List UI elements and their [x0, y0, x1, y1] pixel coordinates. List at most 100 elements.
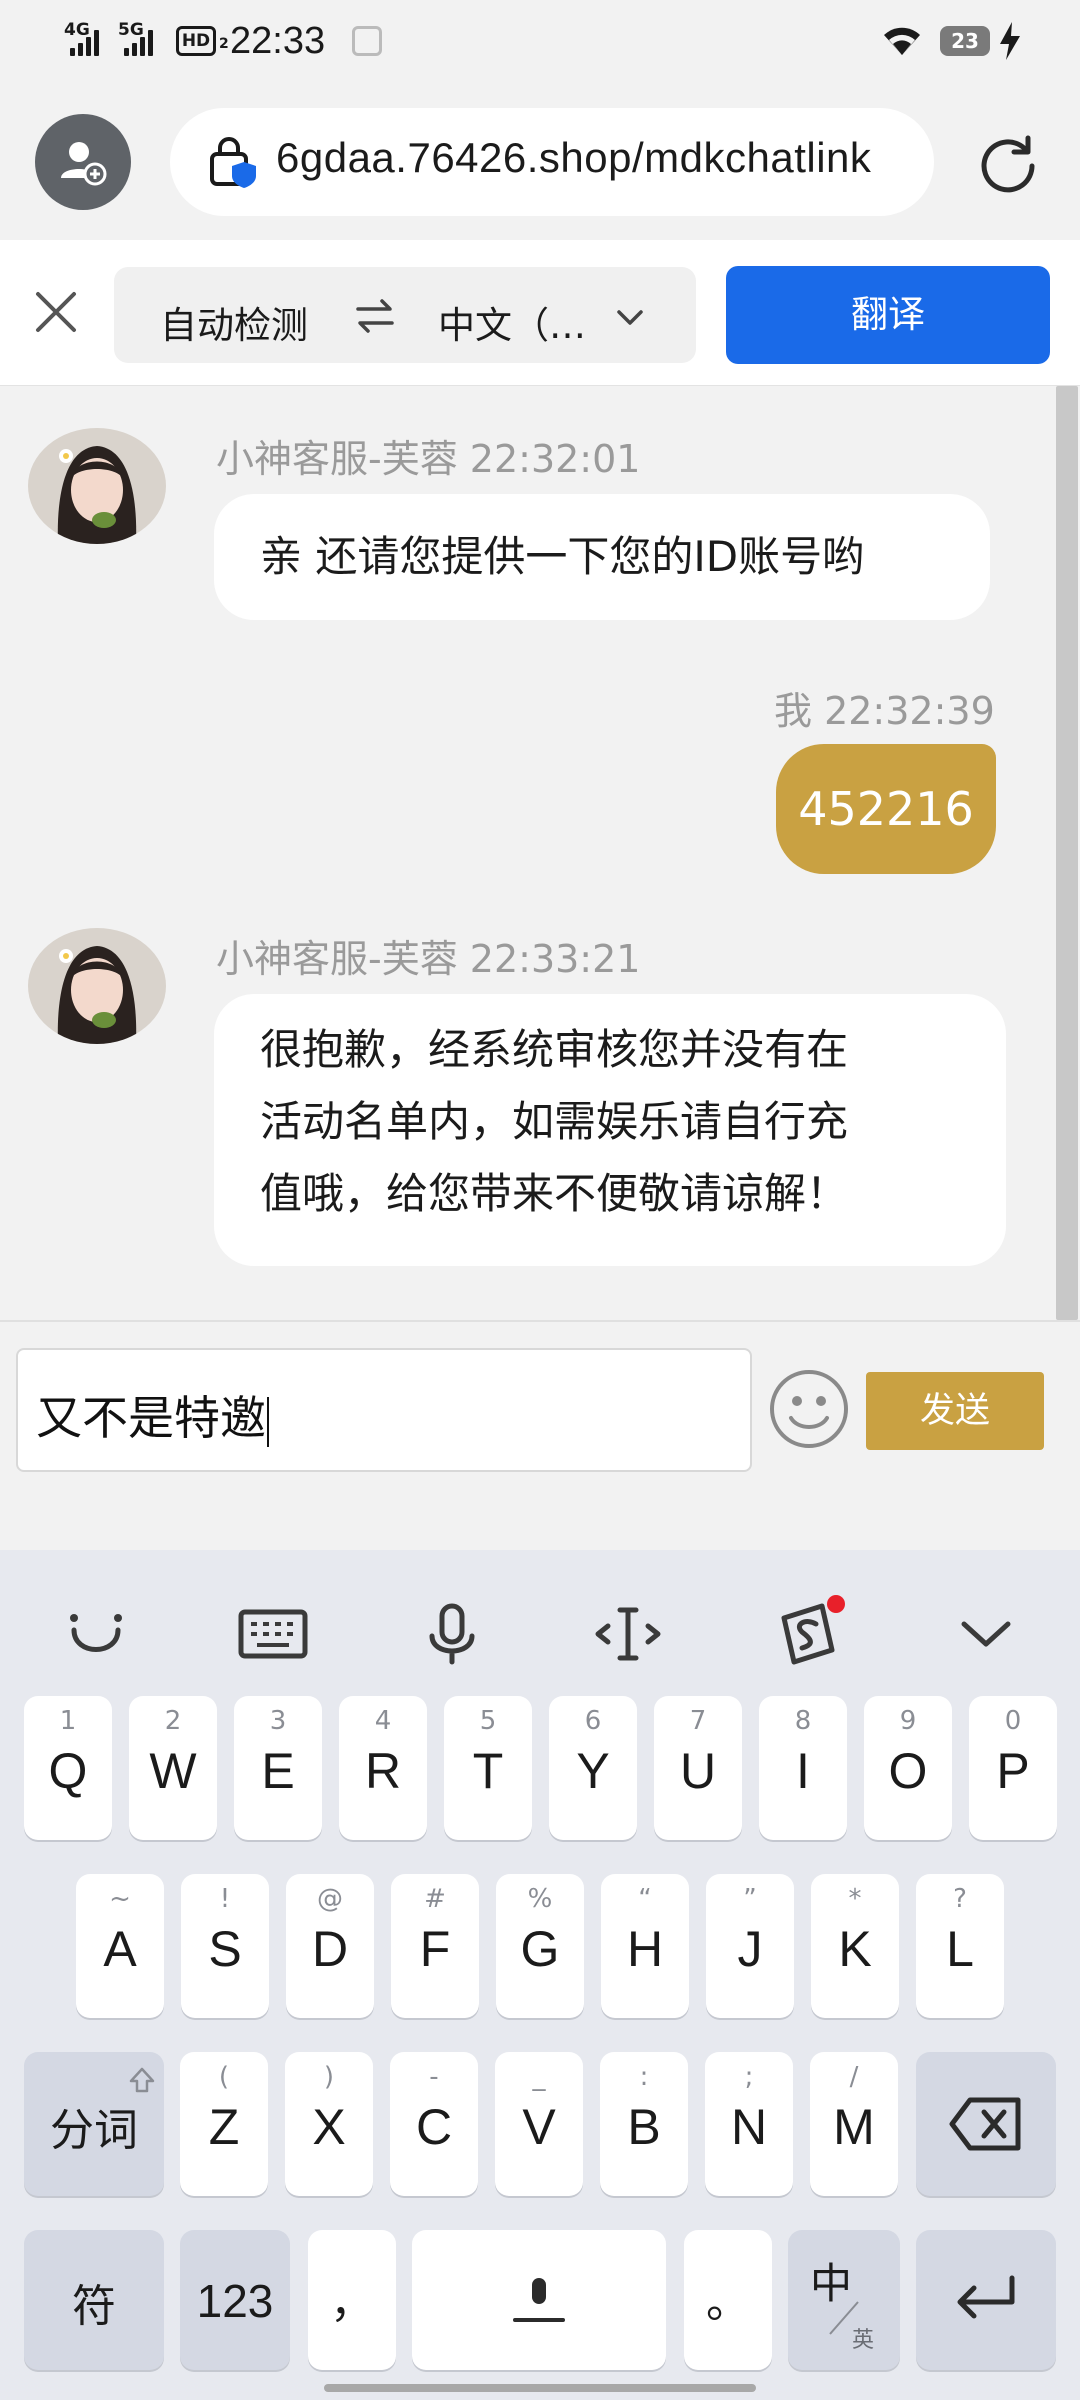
key-i[interactable]: 8I: [759, 1696, 847, 1840]
key-secondary-label: 1: [59, 1706, 77, 1736]
key-w[interactable]: 2W: [129, 1696, 217, 1840]
space-key[interactable]: [412, 2230, 666, 2370]
account-button[interactable]: [35, 114, 131, 210]
key-secondary-label: “: [638, 1884, 652, 1914]
key-h[interactable]: “H: [601, 1874, 689, 2018]
numbers-key[interactable]: 123: [180, 2230, 290, 2370]
status-bar: 4G 5G HD 2 22:33 23: [0, 0, 1080, 84]
url-text: 6gdaa.76426.shop/mdkchatlink: [276, 134, 872, 181]
chevron-down-icon[interactable]: [614, 301, 646, 333]
key-v[interactable]: _ V: [495, 2052, 583, 2196]
key-m[interactable]: / M: [810, 2052, 898, 2196]
key-q[interactable]: 1Q: [24, 1696, 112, 1840]
hd-sub-label: 2: [219, 36, 229, 52]
key-label: E: [261, 1743, 295, 1799]
close-icon[interactable]: [34, 290, 78, 334]
language-selector[interactable]: 自动检测 中文（…: [114, 267, 696, 363]
browser-toolbar: 6gdaa.76426.shop/mdkchatlink: [0, 84, 1080, 240]
key-secondary-label: 8: [794, 1706, 812, 1736]
reload-icon[interactable]: [976, 130, 1040, 194]
key-x[interactable]: ) X: [285, 2052, 373, 2196]
key-j[interactable]: ” J: [706, 1874, 794, 2018]
key-label: A: [103, 1921, 137, 1977]
cursor-move-icon[interactable]: [588, 1594, 668, 1674]
voice-space-icon: [513, 2278, 565, 2322]
composer: 又不是特邀 发送: [0, 1320, 1080, 1550]
key-label: L: [946, 1921, 974, 1977]
send-button[interactable]: 发送: [866, 1372, 1044, 1450]
key-a[interactable]: ~ A: [76, 1874, 164, 2018]
source-language[interactable]: 自动检测: [160, 295, 308, 349]
keyboard-icon[interactable]: [233, 1594, 313, 1674]
key-secondary-label: 4: [374, 1706, 392, 1736]
key-z[interactable]: (Z: [180, 2052, 268, 2196]
sogou-logo-icon[interactable]: [766, 1594, 846, 1674]
emoticon-toolbar-icon[interactable]: [56, 1594, 136, 1674]
key-secondary-label: ~: [109, 1884, 131, 1914]
key-label: X: [312, 2099, 346, 2155]
target-language[interactable]: 中文（…: [438, 295, 586, 349]
segment-key[interactable]: 分词: [24, 2052, 164, 2196]
key-g[interactable]: % G: [496, 1874, 584, 2018]
signal-icon: [124, 30, 153, 56]
key-secondary-label: ;: [744, 2062, 754, 2092]
enter-key[interactable]: [916, 2230, 1056, 2370]
message-text-line: 值哦，给您带来不便敬请谅解！: [260, 1169, 849, 1218]
key-f[interactable]: # F: [391, 1874, 479, 2018]
key-d[interactable]: @ D: [286, 1874, 374, 2018]
scrollbar[interactable]: [1056, 386, 1078, 1320]
address-bar[interactable]: 6gdaa.76426.shop/mdkchatlink: [170, 108, 934, 216]
collapse-keyboard-icon[interactable]: [946, 1594, 1026, 1674]
key-o[interactable]: 9O: [864, 1696, 952, 1840]
emoji-icon[interactable]: [768, 1368, 850, 1450]
key-n[interactable]: ; N: [705, 2052, 793, 2196]
message-meta: 我 22:32:39: [774, 689, 995, 733]
key-label: N: [730, 2099, 768, 2155]
period-key[interactable]: 。: [684, 2230, 772, 2370]
key-secondary-label: 2: [164, 1706, 182, 1736]
key-u[interactable]: 7U: [654, 1696, 742, 1840]
key-k[interactable]: * K: [811, 1874, 899, 2018]
key-s[interactable]: ! S: [181, 1874, 269, 2018]
key-secondary-label: -: [429, 2062, 439, 2092]
language-sub-label: 英: [852, 2328, 875, 2353]
key-r[interactable]: 4R: [339, 1696, 427, 1840]
language-switch-key[interactable]: 中 英: [788, 2230, 900, 2370]
key-label: Z: [208, 2099, 240, 2155]
key-p[interactable]: 0P: [969, 1696, 1057, 1840]
hd-badge: HD: [176, 26, 216, 56]
symbols-key[interactable]: 符: [24, 2230, 164, 2370]
key-label: I: [796, 1743, 810, 1799]
key-label: H: [626, 1921, 664, 1977]
key-secondary-label: 7: [689, 1706, 707, 1736]
comma-key[interactable]: ，: [308, 2230, 396, 2370]
key-label: B: [627, 2099, 661, 2155]
key-c[interactable]: -C: [390, 2052, 478, 2196]
key-y[interactable]: 6Y: [549, 1696, 637, 1840]
enter-icon: [957, 2275, 1015, 2319]
segment-key-label: 分词: [50, 2105, 138, 2156]
key-secondary-label: 0: [1004, 1706, 1022, 1736]
key-label: Y: [576, 1743, 610, 1799]
notification-icon: [352, 26, 382, 56]
key-l[interactable]: ? L: [916, 1874, 1004, 2018]
backspace-key[interactable]: [916, 2052, 1056, 2196]
key-label: O: [888, 1743, 928, 1799]
numbers-key-label: 123: [196, 2275, 274, 2327]
key-b[interactable]: :B: [600, 2052, 688, 2196]
translate-button[interactable]: 翻译: [726, 266, 1050, 364]
key-label: T: [472, 1743, 504, 1799]
shift-icon: [129, 2067, 155, 2093]
screen: 4G 5G HD 2 22:33 23 6gdaa.76426.shop/mdk…: [0, 0, 1080, 2400]
key-e[interactable]: 3E: [234, 1696, 322, 1840]
key-label: M: [833, 2099, 875, 2155]
key-label: V: [522, 2099, 556, 2155]
message-input[interactable]: 又不是特邀: [16, 1348, 752, 1472]
swap-icon[interactable]: [354, 295, 396, 337]
microphone-icon[interactable]: [412, 1594, 492, 1674]
key-label: J: [737, 1921, 763, 1977]
key-t[interactable]: 5T: [444, 1696, 532, 1840]
add-user-icon: [61, 142, 107, 186]
message-text: 亲 还请您提供一下您的ID账号哟: [260, 532, 865, 581]
comma-key-label: ，: [330, 2277, 374, 2328]
